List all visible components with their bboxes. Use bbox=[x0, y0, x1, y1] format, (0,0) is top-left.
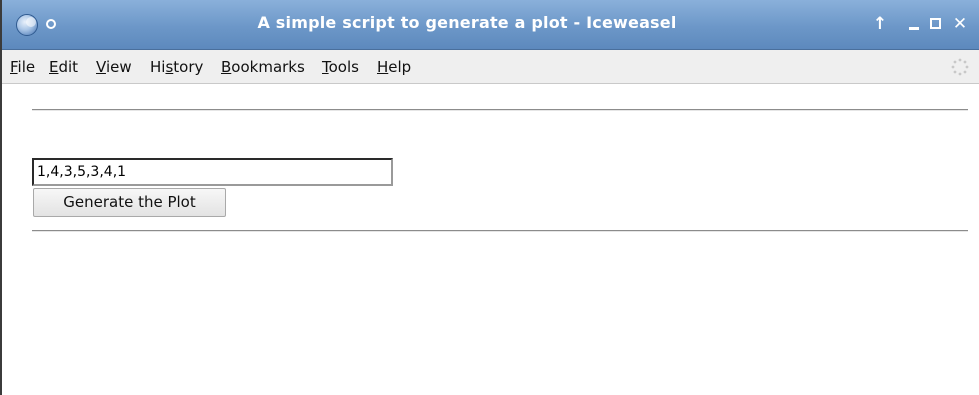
menu-bookmarks[interactable]: Bookmarks bbox=[221, 58, 305, 76]
browser-window: A simple script to generate a plot - Ice… bbox=[0, 0, 979, 395]
menu-tools-label: ools bbox=[328, 58, 359, 76]
maximize-button[interactable] bbox=[926, 12, 946, 36]
menu-tools-mnemonic: T bbox=[322, 58, 329, 76]
minimize-icon bbox=[909, 27, 919, 30]
menu-bar: File Edit View History Bookmarks Tools H… bbox=[2, 50, 979, 84]
raise-button[interactable]: ↑ bbox=[870, 12, 890, 36]
title-bar[interactable]: A simple script to generate a plot - Ice… bbox=[2, 0, 979, 50]
menu-history-prefix: Hi bbox=[150, 58, 166, 76]
horizontal-rule-bottom bbox=[32, 230, 968, 232]
minimize-button[interactable] bbox=[904, 12, 924, 36]
throbber-icon bbox=[951, 58, 969, 76]
horizontal-rule-top bbox=[32, 109, 968, 111]
menu-bookmarks-label: ookmarks bbox=[231, 58, 305, 76]
menu-history-label: tory bbox=[173, 58, 204, 76]
menu-help-mnemonic: H bbox=[377, 58, 389, 76]
page-content: Generate the Plot bbox=[2, 84, 979, 395]
menu-edit-label: dit bbox=[58, 58, 79, 76]
menu-view[interactable]: View bbox=[96, 58, 132, 76]
menu-bookmarks-mnemonic: B bbox=[221, 58, 232, 76]
menu-view-mnemonic: V bbox=[96, 58, 106, 76]
maximize-icon bbox=[930, 18, 941, 29]
menu-edit[interactable]: Edit bbox=[49, 58, 78, 76]
menu-help[interactable]: Help bbox=[377, 58, 411, 76]
menu-file-mnemonic: F bbox=[10, 58, 18, 76]
close-button[interactable]: ✕ bbox=[950, 12, 970, 36]
menu-tools[interactable]: Tools bbox=[322, 58, 359, 76]
menu-file[interactable]: File bbox=[10, 58, 35, 76]
menu-history[interactable]: History bbox=[150, 58, 203, 76]
window-title: A simple script to generate a plot - Ice… bbox=[257, 13, 677, 32]
menu-view-label: iew bbox=[105, 58, 132, 76]
menu-file-label: ile bbox=[17, 58, 36, 76]
data-input[interactable] bbox=[32, 158, 393, 186]
generate-plot-button[interactable]: Generate the Plot bbox=[33, 188, 226, 217]
menu-help-label: elp bbox=[388, 58, 412, 76]
